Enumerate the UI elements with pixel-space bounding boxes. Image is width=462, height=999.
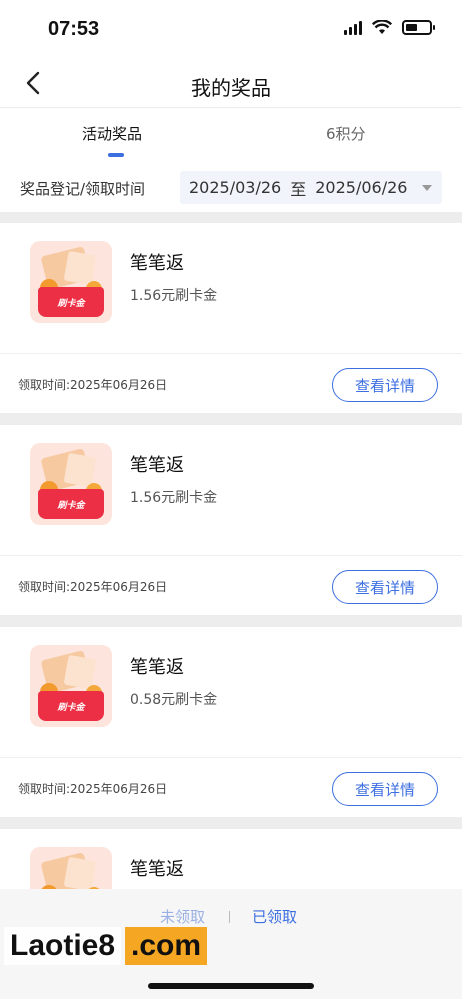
card-divider (0, 353, 462, 354)
prize-card: 刷卡金 笔笔返 1.56元刷卡金 领取时间:2025年06月26日 查看详情 (0, 425, 462, 615)
view-details-button[interactable]: 查看详情 (332, 772, 438, 806)
view-details-button[interactable]: 查看详情 (332, 368, 438, 402)
prize-bag-badge: 刷卡金 (38, 691, 104, 721)
tab-points[interactable]: 6积分 (326, 123, 366, 144)
nav-bar: 我的奖品 (0, 58, 462, 108)
prize-thumbnail: 刷卡金 (30, 443, 112, 525)
prize-name: 笔笔返 (130, 657, 184, 678)
caret-down-icon (422, 185, 432, 191)
prize-value: 0.58元刷卡金 (130, 692, 218, 708)
prize-name: 笔笔返 (130, 455, 184, 476)
wifi-icon (372, 20, 392, 34)
tab-activity-prizes[interactable]: 活动奖品 (82, 123, 142, 144)
home-indicator (148, 983, 314, 989)
claim-time: 领取时间:2025年06月26日 (18, 378, 168, 392)
prize-value: 1.56元刷卡金 (130, 288, 218, 304)
status-time: 07:53 (48, 18, 100, 40)
filter-label: 奖品登记/领取时间 (20, 180, 146, 198)
tab-indicator (108, 153, 124, 157)
watermark-right: .com (125, 927, 208, 965)
start-date: 2025/03/26 (189, 178, 282, 197)
card-divider (0, 555, 462, 556)
status-bar: 07:53 (0, 0, 462, 58)
prize-thumbnail: 刷卡金 (30, 645, 112, 727)
prize-card: 刷卡金 笔笔返 1.56元刷卡金 领取时间:2025年06月26日 查看详情 (0, 223, 462, 413)
claim-time: 领取时间:2025年06月26日 (18, 580, 168, 594)
prize-thumbnail: 刷卡金 (30, 241, 112, 323)
prize-bag-badge: 刷卡金 (38, 287, 104, 317)
page-title: 我的奖品 (191, 76, 271, 100)
prize-value: 1.56元刷卡金 (130, 490, 218, 506)
end-date: 2025/06/26 (315, 178, 408, 197)
signal-icon (344, 20, 362, 35)
card-divider (0, 757, 462, 758)
battery-icon (402, 20, 435, 35)
tab-bar: 活动奖品 6积分 (0, 108, 462, 160)
tab-claimed[interactable]: 已领取 (252, 906, 297, 927)
prize-bag-badge: 刷卡金 (38, 489, 104, 519)
date-separator: 至 (290, 179, 307, 199)
watermark-left: Laotie8 (4, 927, 122, 965)
view-details-button[interactable]: 查看详情 (332, 570, 438, 604)
prize-name: 笔笔返 (130, 859, 184, 880)
prize-card: 刷卡金 笔笔返 0.58元刷卡金 领取时间:2025年06月26日 查看详情 (0, 627, 462, 817)
date-range-picker[interactable]: 2025/03/26 至 2025/06/26 (180, 171, 442, 204)
status-icons (344, 20, 435, 35)
watermark: Laotie8 .com (4, 918, 208, 974)
date-filter-row: 奖品登记/领取时间 2025/03/26 至 2025/06/26 (0, 160, 462, 212)
claim-time: 领取时间:2025年06月26日 (18, 782, 168, 796)
prize-name: 笔笔返 (130, 253, 184, 274)
bottom-separator (229, 911, 230, 923)
